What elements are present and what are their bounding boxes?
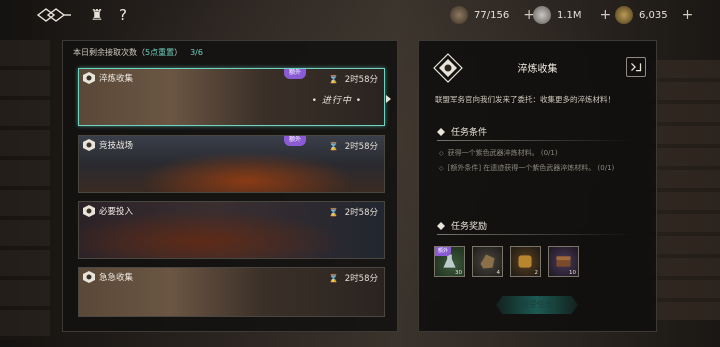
bag-icon [450, 6, 468, 24]
quest-title-text: 淬炼收集 [99, 74, 134, 84]
silver-value: 1.1M [557, 9, 582, 21]
hourglass-icon: ⌛ [328, 273, 339, 283]
help-icon[interactable]: ? [114, 6, 132, 24]
condition-2: ◇ [额外条件] 在遗迹获得一个紫色武器淬炼材料。 (0/1) [439, 163, 614, 173]
reward-qty: 2 [534, 270, 539, 276]
quest-title-text: 必要投入 [99, 207, 134, 217]
gold-value: 6,035 [639, 9, 668, 21]
quest-timer-text: 2时58分 [344, 274, 378, 284]
reward-qty: 30 [455, 270, 462, 276]
selected-arrow-icon [386, 95, 391, 103]
quest-card-1[interactable]: 淬炼收集 额外 ⌛ 2时58分 • 进行中 • [78, 68, 385, 126]
header-prefix: 本日剩余接取次数（ [73, 48, 145, 57]
remaining-count-header: 本日剩余接取次数（5点重置） 3/6 [73, 47, 203, 58]
reward-item[interactable]: 2 [510, 246, 541, 277]
quest-timer: ⌛ 2时58分 [328, 73, 378, 86]
reward-item[interactable]: 额外 30 [434, 246, 465, 277]
header-reset: 5点重置 [145, 48, 175, 57]
bag-value: 77/156 [474, 9, 510, 21]
quest-timer: ⌛ 2时58分 [328, 140, 378, 153]
header-suffix: ） [174, 48, 183, 57]
diamond-icon [437, 221, 445, 230]
accept-quest-button[interactable]: 接受任务 [496, 296, 578, 314]
quest-title: 淬炼收集 [83, 72, 133, 84]
extra-badge: 额外 [435, 247, 451, 256]
background-shelf-right [650, 60, 720, 320]
quest-title: 必要投入 [83, 205, 133, 217]
reward-item[interactable]: 4 [472, 246, 503, 277]
resource-silver: 1.1M + [533, 5, 611, 25]
in-progress-text: 进行中 [321, 96, 352, 106]
reward-qty: 4 [496, 270, 501, 276]
reward-item[interactable]: 10 [548, 246, 579, 277]
silver-coin-icon [533, 6, 551, 24]
add-gold-button[interactable]: + [682, 7, 694, 23]
quest-timer-text: 2时58分 [344, 142, 378, 152]
castle-icon[interactable]: ♜ [88, 6, 106, 24]
rewards-list: 额外 30 4 2 10 [434, 246, 586, 277]
top-bar: ♜ ? 77/156 + 1.1M + 6,035 + [0, 0, 720, 30]
bullet-icon: ◇ [439, 150, 444, 157]
resource-gold: 6,035 + [615, 5, 693, 25]
condition-text: [额外条件] 在遗迹获得一个紫色武器淬炼材料。 (0/1) [447, 164, 615, 172]
quest-emblem-icon [83, 139, 95, 151]
detail-description: 联盟军务官向我们发来了委托：收集更多的淬炼材料！ [435, 95, 615, 104]
detail-title: 淬炼收集 [517, 64, 558, 75]
quest-card-4[interactable]: 急急收集 ⌛ 2时58分 [78, 267, 385, 317]
quest-card-3[interactable]: 必要投入 ⌛ 2时58分 [78, 201, 385, 259]
quest-emblem-icon [83, 205, 95, 217]
quest-timer: ⌛ 2时58分 [328, 272, 378, 285]
quest-detail-panel: 淬炼收集 联盟军务官向我们发来了委托：收集更多的淬炼材料！ 任务条件 ◇ 获得一个… [418, 40, 657, 332]
add-silver-button[interactable]: + [600, 7, 612, 23]
bullet-icon: ◇ [439, 165, 444, 172]
extra-badge: 额外 [284, 69, 306, 79]
extra-badge: 额外 [284, 136, 306, 146]
condition-1: ◇ 获得一个紫色武器淬炼材料。 (0/1) [439, 148, 558, 158]
rewards-heading: 任务奖励 [437, 219, 487, 232]
in-progress-status: • 进行中 • [311, 96, 362, 106]
hourglass-icon: ⌛ [328, 207, 339, 217]
quest-title: 竞技战场 [83, 139, 133, 151]
info-icon[interactable] [626, 57, 646, 77]
rewards-title-text: 任务奖励 [451, 222, 488, 232]
back-icon[interactable] [36, 7, 72, 23]
condition-text: 获得一个紫色武器淬炼材料。 (0/1) [447, 149, 558, 157]
conditions-title-text: 任务条件 [451, 128, 488, 138]
resource-bag: 77/156 + [450, 5, 535, 25]
gold-token-icon [615, 6, 633, 24]
quest-title: 急急收集 [83, 271, 133, 283]
diamond-icon [437, 127, 445, 136]
quest-timer: ⌛ 2时58分 [328, 206, 378, 219]
quest-emblem-icon [83, 271, 95, 283]
quest-timer-text: 2时58分 [344, 75, 378, 85]
quest-timer-text: 2时58分 [344, 208, 378, 218]
hourglass-icon: ⌛ [328, 74, 339, 84]
conditions-heading: 任务条件 [437, 125, 487, 138]
quest-emblem-icon [83, 72, 95, 84]
reward-qty: 10 [569, 270, 576, 276]
quest-list-panel: 本日剩余接取次数（5点重置） 3/6 淬炼收集 额外 ⌛ 2时58分 • 进行中 •… [62, 40, 398, 332]
divider [437, 234, 633, 235]
quest-card-2[interactable]: 竞技战场 额外 ⌛ 2时58分 [78, 135, 385, 193]
quest-title-text: 竞技战场 [99, 141, 134, 151]
hourglass-icon: ⌛ [328, 141, 339, 151]
background-shelf-left [0, 40, 50, 340]
divider [437, 140, 633, 141]
remaining-count: 3/6 [190, 48, 203, 57]
quest-title-text: 急急收集 [99, 273, 134, 283]
